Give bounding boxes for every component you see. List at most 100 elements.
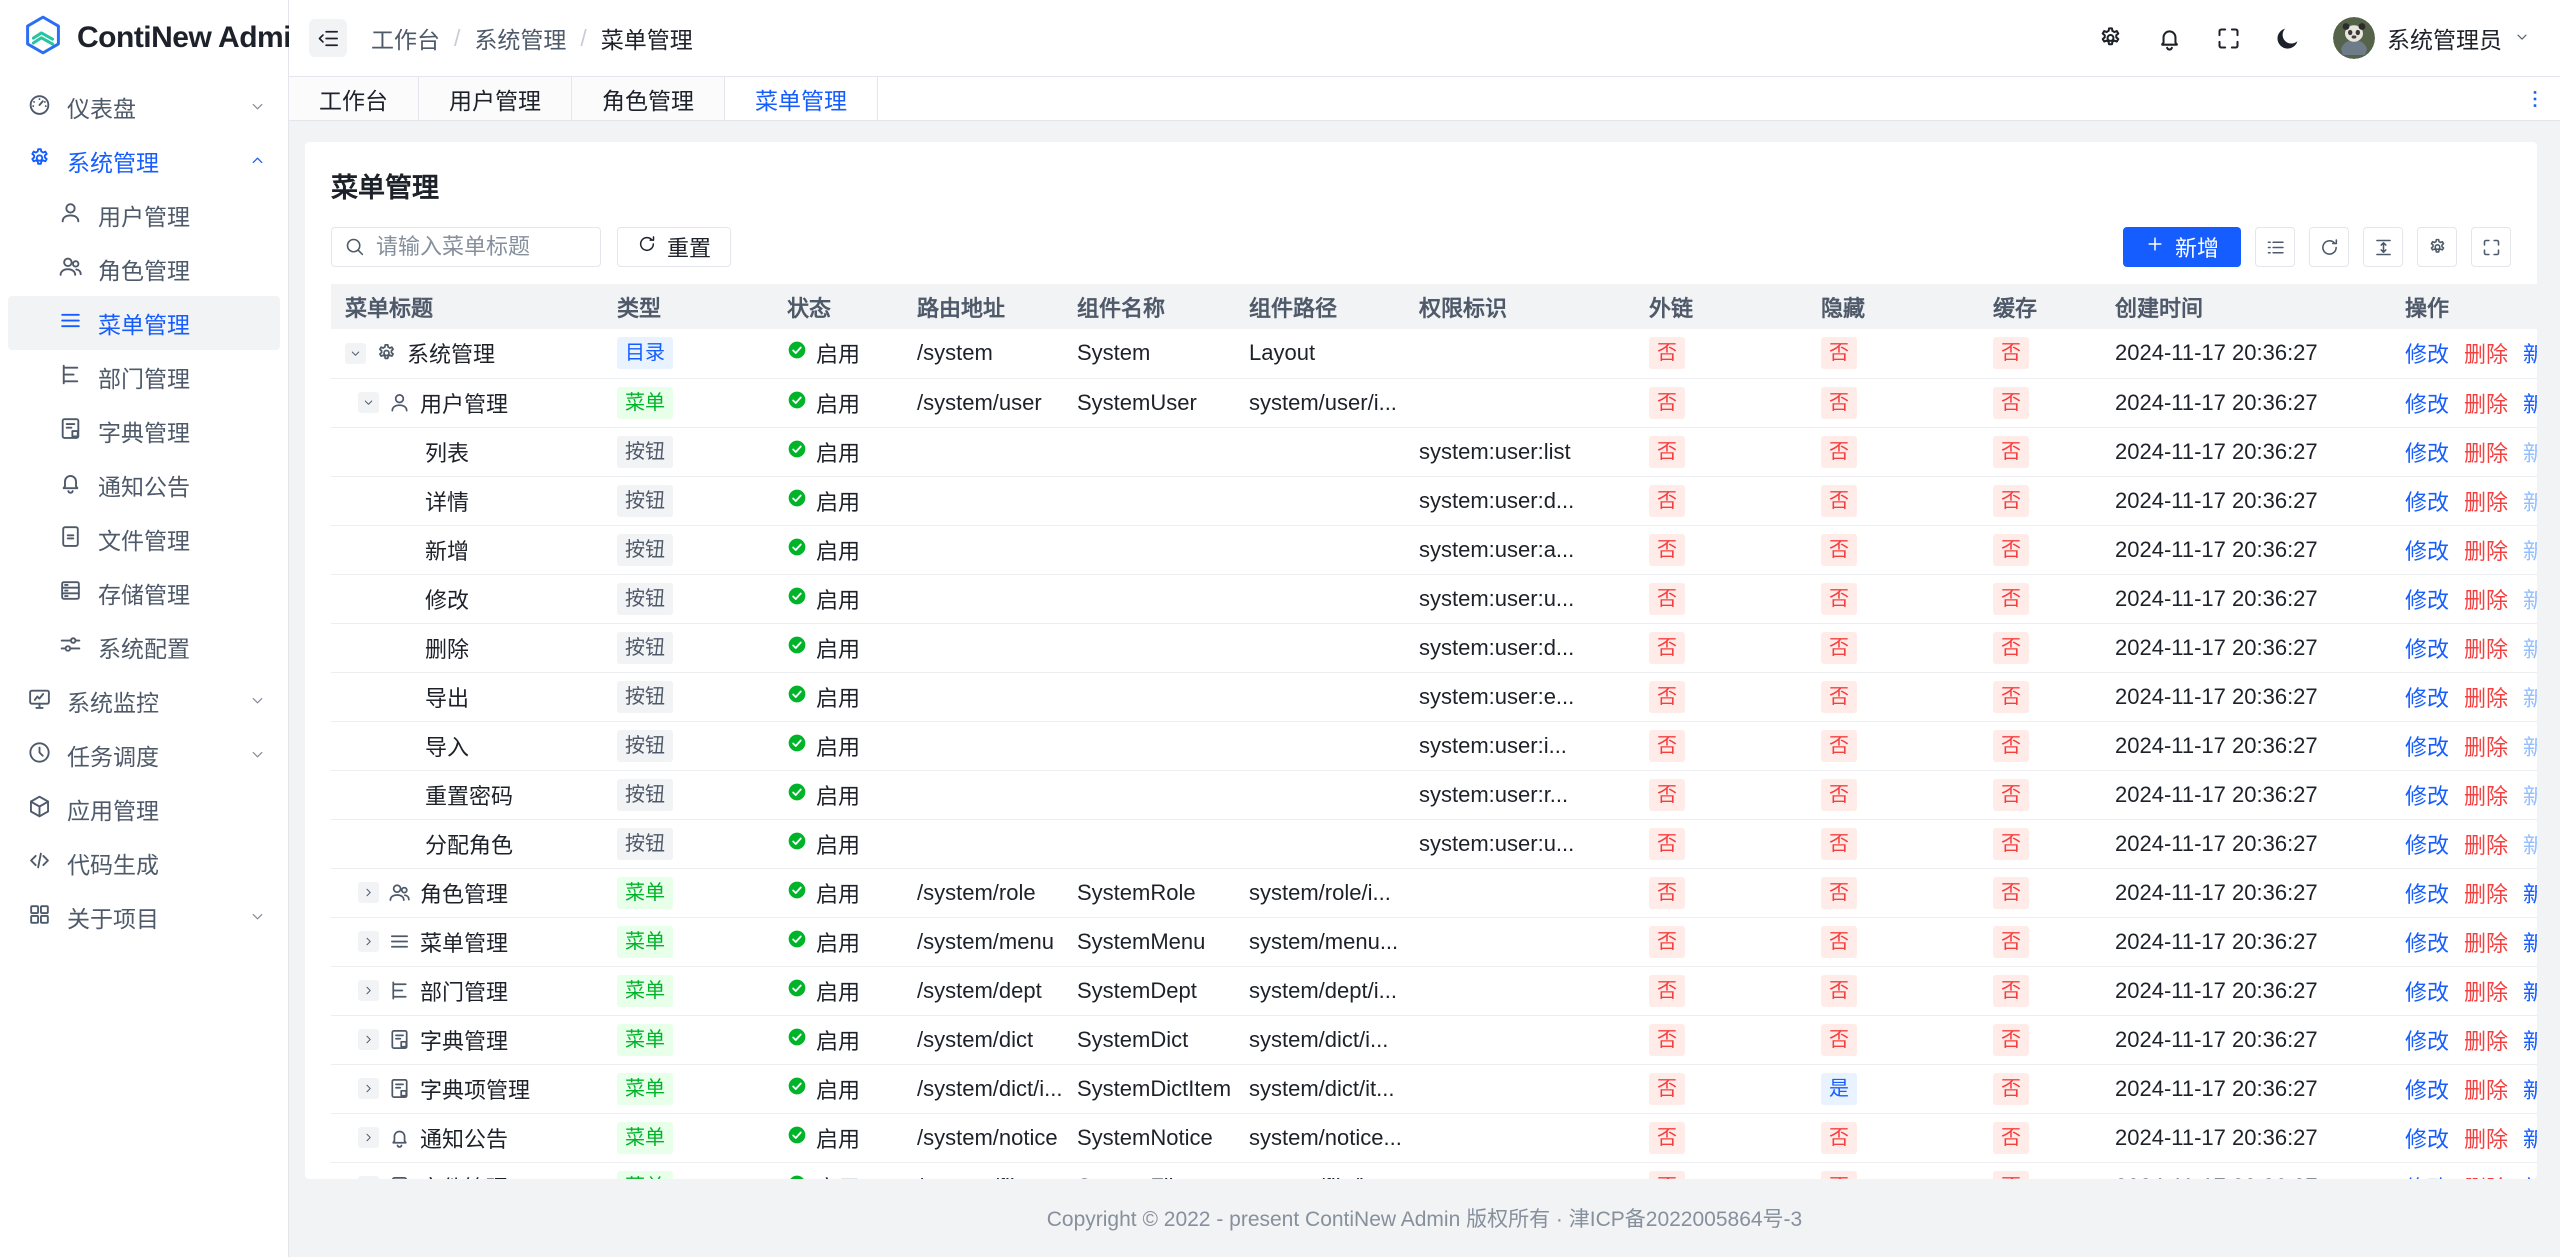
delete-link[interactable]: 删除 [2464, 392, 2508, 417]
breadcrumb-item[interactable]: 工作台 [371, 21, 440, 55]
edit-link[interactable]: 修改 [2405, 1127, 2449, 1152]
add-link[interactable]: 新增 [2523, 1029, 2537, 1054]
sidebar-item-dashboard[interactable]: 仪表盘 [8, 80, 280, 134]
tab[interactable]: 菜单管理 [725, 77, 878, 120]
reset-button[interactable]: 重置 [617, 227, 731, 267]
column-header: 创建时间 [2101, 284, 2391, 329]
cell-hidden: 否 [1807, 868, 1979, 917]
status-label: 启用 [816, 1073, 860, 1105]
delete-link[interactable]: 删除 [2464, 735, 2508, 760]
edit-link[interactable]: 修改 [2405, 588, 2449, 613]
edit-link[interactable]: 修改 [2405, 980, 2449, 1005]
add-link[interactable]: 新增 [2523, 1078, 2537, 1103]
edit-link[interactable]: 修改 [2405, 539, 2449, 564]
fullscreen-button[interactable] [2215, 25, 2242, 52]
edit-link[interactable]: 修改 [2405, 833, 2449, 858]
user-menu[interactable]: 系统管理员 [2333, 17, 2530, 59]
sidebar-item-grid[interactable]: 关于项目 [8, 890, 280, 944]
delete-link[interactable]: 删除 [2464, 784, 2508, 809]
edit-link[interactable]: 修改 [2405, 686, 2449, 711]
tab[interactable]: 工作台 [289, 77, 419, 120]
row-expander[interactable] [358, 980, 379, 1001]
sidebar-item-clock[interactable]: 任务调度 [8, 728, 280, 782]
edit-link[interactable]: 修改 [2405, 931, 2449, 956]
menu-icon [388, 930, 411, 953]
delete-link[interactable]: 删除 [2464, 882, 2508, 907]
add-button[interactable]: 新增 [2123, 227, 2241, 267]
delete-link[interactable]: 删除 [2464, 342, 2508, 367]
delete-link[interactable]: 删除 [2464, 539, 2508, 564]
edit-link[interactable]: 修改 [2405, 735, 2449, 760]
cell-route: /system/role [903, 868, 1063, 917]
gear-button[interactable] [2417, 227, 2457, 267]
sidebar-item-cube[interactable]: 应用管理 [8, 782, 280, 836]
delete-link[interactable]: 删除 [2464, 1127, 2508, 1152]
delete-link[interactable]: 删除 [2464, 1029, 2508, 1054]
edit-link[interactable]: 修改 [2405, 1078, 2449, 1103]
tab[interactable]: 角色管理 [572, 77, 725, 120]
row-expander[interactable] [358, 931, 379, 952]
gear-button[interactable] [2097, 25, 2124, 52]
breadcrumb-item[interactable]: 系统管理 [474, 21, 566, 55]
delete-link[interactable]: 删除 [2464, 931, 2508, 956]
sidebar-item-dict[interactable]: 字典管理 [8, 404, 280, 458]
sidebar-item-user[interactable]: 用户管理 [8, 188, 280, 242]
tab-more-button[interactable] [2524, 77, 2546, 120]
edit-link[interactable]: 修改 [2405, 637, 2449, 662]
tab[interactable]: 用户管理 [419, 77, 572, 120]
delete-link[interactable]: 删除 [2464, 490, 2508, 515]
edit-link[interactable]: 修改 [2405, 490, 2449, 515]
sidebar-item-monitor[interactable]: 系统监控 [8, 674, 280, 728]
edit-link[interactable]: 修改 [2405, 392, 2449, 417]
delete-link[interactable]: 删除 [2464, 637, 2508, 662]
line-height-button[interactable] [2363, 227, 2403, 267]
add-link[interactable]: 新增 [2523, 882, 2537, 907]
add-link[interactable]: 新增 [2523, 980, 2537, 1005]
fullscreen-button[interactable] [2471, 227, 2511, 267]
add-link[interactable]: 新增 [2523, 342, 2537, 367]
row-expander[interactable] [358, 392, 379, 413]
cell-route [903, 525, 1063, 574]
delete-link[interactable]: 删除 [2464, 686, 2508, 711]
refresh-icon [637, 234, 657, 260]
add-link[interactable]: 新增 [2523, 931, 2537, 956]
status-label: 启用 [816, 583, 860, 615]
edit-link[interactable]: 修改 [2405, 441, 2449, 466]
sidebar-item-menu[interactable]: 菜单管理 [8, 296, 280, 350]
sidebar-collapse-button[interactable] [309, 19, 347, 57]
cell-status: 启用 [773, 427, 903, 476]
delete-link[interactable]: 删除 [2464, 1078, 2508, 1103]
delete-link[interactable]: 删除 [2464, 441, 2508, 466]
sidebar-item-tree[interactable]: 部门管理 [8, 350, 280, 404]
sidebar-item-gear[interactable]: 系统管理 [8, 134, 280, 188]
moon-button[interactable] [2274, 25, 2301, 52]
column-header: 缓存 [1979, 284, 2101, 329]
delete-link[interactable]: 删除 [2464, 980, 2508, 1005]
row-expander[interactable] [358, 1029, 379, 1050]
add-link[interactable]: 新增 [2523, 392, 2537, 417]
sidebar-item-storage[interactable]: 存储管理 [8, 566, 280, 620]
breadcrumb-item[interactable]: 菜单管理 [601, 21, 693, 55]
edit-link[interactable]: 修改 [2405, 882, 2449, 907]
edit-link[interactable]: 修改 [2405, 1029, 2449, 1054]
sidebar-item-file[interactable]: 文件管理 [8, 512, 280, 566]
add-link[interactable]: 新增 [2523, 1127, 2537, 1152]
sidebar-item-users[interactable]: 角色管理 [8, 242, 280, 296]
search-input[interactable] [331, 227, 601, 267]
cell-title: 分配角色 [331, 819, 603, 868]
list-button[interactable] [2255, 227, 2295, 267]
edit-link[interactable]: 修改 [2405, 784, 2449, 809]
refresh-button[interactable] [2309, 227, 2349, 267]
row-expander[interactable] [358, 882, 379, 903]
sidebar-item-sliders[interactable]: 系统配置 [8, 620, 280, 674]
row-expander[interactable] [345, 343, 366, 364]
delete-link[interactable]: 删除 [2464, 833, 2508, 858]
row-expander[interactable] [358, 1078, 379, 1099]
cell-path: system/dict/i... [1235, 1015, 1405, 1064]
edit-link[interactable]: 修改 [2405, 342, 2449, 367]
sidebar-item-code[interactable]: 代码生成 [8, 836, 280, 890]
delete-link[interactable]: 删除 [2464, 588, 2508, 613]
bell-button[interactable] [2156, 25, 2183, 52]
sidebar-item-bell[interactable]: 通知公告 [8, 458, 280, 512]
row-expander[interactable] [358, 1127, 379, 1148]
